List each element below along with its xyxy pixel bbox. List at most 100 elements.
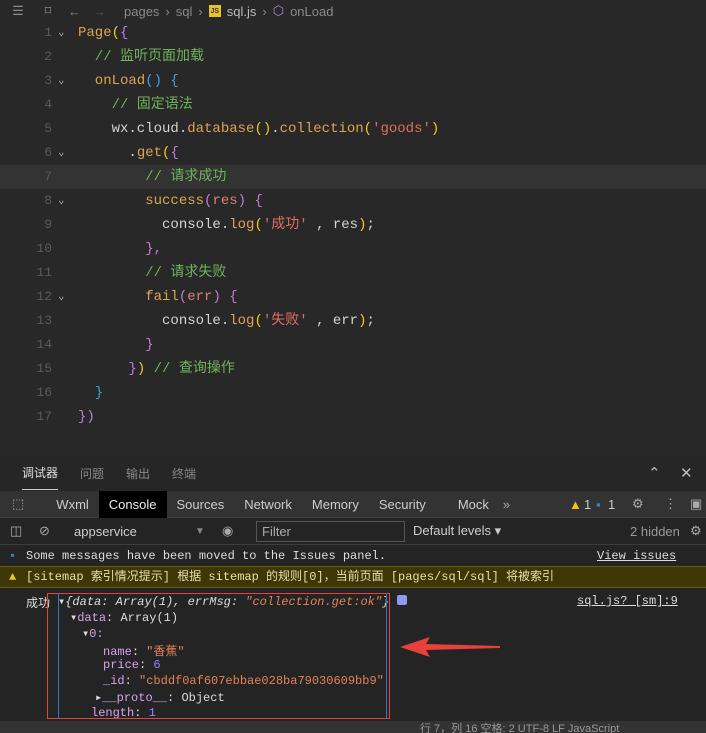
sidebar-toggle-icon[interactable]: ◫ [10,523,22,539]
code-token: err [187,289,213,305]
code-token: wx.cloud. [78,121,188,137]
tab-sources[interactable]: Sources [167,491,235,518]
code-line[interactable]: 15 }) // 查询操作 [0,357,706,381]
code-line[interactable]: 2 // 监听页面加载 [0,45,706,69]
code-token: ) [430,121,440,137]
code-token: log [229,217,255,233]
code-text: console.log('成功' , res); [78,213,375,237]
code-line[interactable]: 9 console.log('成功' , res); [0,213,706,237]
filter-input[interactable]: Filter [256,521,405,542]
breadcrumb-sql[interactable]: sql [176,4,193,19]
code-line[interactable]: 1 ⌄ Page({ [0,21,706,45]
inspect-icon[interactable]: ⬚ [0,496,36,512]
tab-problems[interactable]: 问题 [80,465,104,482]
fold-chevron-icon[interactable]: ⌄ [58,189,65,213]
tab-output[interactable]: 输出 [126,465,150,482]
tab-memory[interactable]: Memory [302,491,369,518]
code-token: ; [366,313,375,329]
tab-network[interactable]: Network [234,491,302,518]
code-token: , err [307,313,359,329]
context-select[interactable]: appservice [74,524,137,539]
code-token: ) [136,361,146,377]
console-settings-icon[interactable]: ⚙ [690,523,702,539]
more-tabs-button[interactable]: » [503,497,510,512]
line-number: 4 [44,97,52,112]
code-token: () [254,121,272,137]
code-token: () [145,73,163,89]
source-link[interactable]: sql.js? [sm]:9 [577,594,678,608]
info-count[interactable]: 1 [608,497,615,512]
tab-wxml[interactable]: Wxml [46,491,99,518]
line-number: 16 [36,385,52,400]
hidden-count: 2 hidden [630,523,680,539]
fold-chevron-icon[interactable]: ⌄ [58,21,65,45]
chevron-up-icon[interactable]: ⌃ [648,464,661,482]
kebab-menu-icon[interactable]: ⋮ [664,496,677,512]
breadcrumb-pages[interactable]: pages [124,4,159,19]
code-line[interactable]: 6 ⌄ .get({ [0,141,706,165]
tab-security[interactable]: Security [369,491,436,518]
code-token: , res [307,217,359,233]
code-text: success(res) { [78,189,263,213]
line-number: 10 [36,241,52,256]
clear-console-icon[interactable]: ⊘ [39,523,50,539]
code-token: { [162,73,179,89]
code-token: ) [358,313,367,329]
code-line[interactable]: 5 wx.cloud.database().collection('goods'… [0,117,706,141]
line-number: 17 [36,409,52,424]
eye-icon[interactable]: ◉ [222,523,233,539]
code-line[interactable]: 16 } [0,381,706,405]
close-icon[interactable]: ✕ [680,464,693,482]
warning-count[interactable]: 1 [584,497,591,512]
code-line[interactable]: 12 ⌄ fail(err) { [0,285,706,309]
tab-mock[interactable]: Mock [448,491,499,518]
warning-icon[interactable]: ▲ [569,497,582,512]
code-line[interactable]: 4 // 固定语法 [0,93,706,117]
code-text: }) // 查询操作 [78,357,234,381]
code-line[interactable]: 10 }, [0,237,706,261]
code-token: { [170,145,179,161]
code-token: ; [366,217,375,233]
line-number: 9 [44,217,52,232]
log-levels-select[interactable]: Default levels ▾ [413,523,501,539]
view-issues-link[interactable]: View issues [597,547,676,566]
list-icon[interactable]: ☰ [10,3,26,19]
code-line[interactable]: 3 ⌄ onLoad() { [0,69,706,93]
forward-arrow-icon[interactable]: → [93,4,106,19]
code-line[interactable]: 7 // 请求成功 [0,165,706,189]
code-line[interactable]: 14 } [0,333,706,357]
info-badge-icon [396,595,407,605]
breadcrumb-file[interactable]: sql.js [227,4,257,19]
code-token: success [78,193,205,209]
back-arrow-icon[interactable]: ← [68,4,81,19]
code-text: onLoad() { [78,69,179,93]
fold-chevron-icon[interactable]: ⌄ [58,141,65,165]
line-number: 13 [36,313,52,328]
line-number: 15 [36,361,52,376]
code-editor[interactable]: 1 ⌄ Page({2 // 监听页面加载 3 ⌄ onLoad() {4 // 固定语… [0,21,706,455]
settings-icon[interactable]: ⚙ [632,496,644,512]
code-token: collection [279,121,364,137]
code-line[interactable]: 17}) [0,405,706,429]
object-guide-line [58,593,387,719]
code-line[interactable]: 13 console.log('失败' , err); [0,309,706,333]
info-icon[interactable]: ▪ [596,497,601,512]
dock-icon[interactable]: ▣ [690,496,702,512]
code-token: fail [78,289,179,305]
code-token: // 请求成功 [78,169,227,185]
line-number: 2 [44,49,52,64]
fold-chevron-icon[interactable]: ⌄ [58,285,65,309]
bookmark-icon[interactable]: ⌑ [40,3,56,19]
tab-debugger[interactable]: 调试器 [22,456,59,490]
tab-console[interactable]: Console [98,490,167,518]
code-token: get [136,145,163,161]
code-token: . [271,121,280,137]
tab-terminal[interactable]: 终端 [172,465,196,482]
code-line[interactable]: 11 // 请求失败 [0,261,706,285]
fold-chevron-icon[interactable]: ⌄ [58,69,65,93]
code-line[interactable]: 8 ⌄ success(res) { [0,189,706,213]
code-text: }) [78,405,95,429]
code-text: // 请求失败 [78,261,226,285]
breadcrumb-symbol[interactable]: onLoad [290,4,333,19]
chevron-down-icon[interactable]: ▼ [195,526,205,537]
